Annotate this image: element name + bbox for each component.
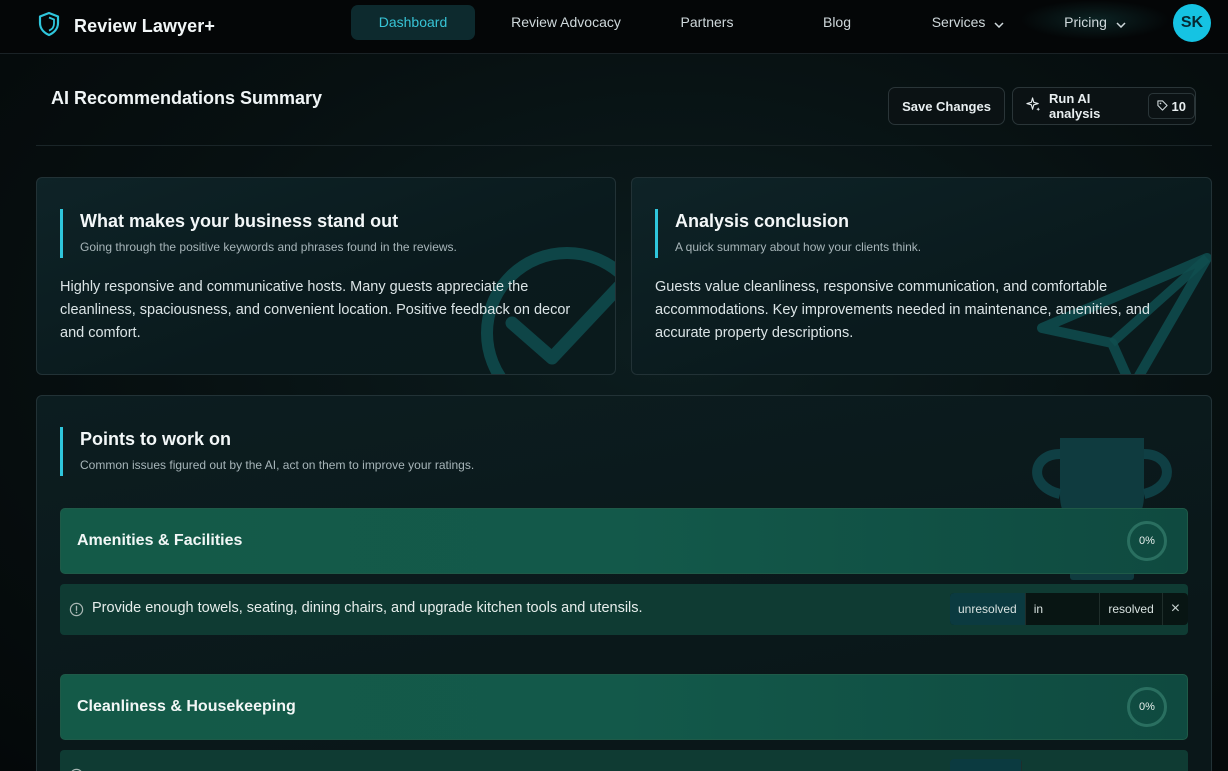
- nav-services-label: Services: [931, 14, 986, 30]
- status-resolved-button[interactable]: resolved: [1100, 593, 1163, 625]
- category-title: Amenities & Facilities: [77, 532, 243, 549]
- standout-body: Highly responsive and communicative host…: [60, 279, 571, 341]
- nav-dashboard-label: Dashboard: [378, 14, 448, 30]
- tag-icon: [1156, 99, 1168, 114]
- user-avatar[interactable]: SK: [1173, 4, 1211, 42]
- run-ai-analysis-label: Run AI analysis: [1049, 91, 1101, 121]
- close-icon[interactable]: ×: [1163, 593, 1188, 625]
- page-title: AI Recommendations Summary: [51, 88, 323, 108]
- points-card: Points to work on Common issues figured …: [36, 395, 1212, 771]
- main-content: AI Recommendations Summary Save Changes …: [0, 54, 1228, 771]
- standout-header: What makes your business stand out Going…: [60, 209, 457, 258]
- nav-blog[interactable]: Blog: [800, 5, 874, 40]
- nav-review-advocacy-label: Review Advocacy: [511, 14, 621, 30]
- points-title: Points to work on: [80, 429, 231, 449]
- issue-text: Provide enough towels, seating, dining c…: [92, 600, 643, 616]
- nav-services[interactable]: Services: [922, 5, 1014, 40]
- run-ai-analysis-button[interactable]: Run AI analysis 10: [1012, 87, 1196, 125]
- points-subtitle: Common issues figured out by the AI, act…: [80, 458, 475, 472]
- conclusion-body: Guests value cleanliness, responsive com…: [655, 279, 1150, 341]
- nav-partners-label: Partners: [680, 14, 734, 30]
- status-selector: [950, 759, 1022, 771]
- nav-blog-label: Blog: [822, 14, 852, 30]
- category-cleanliness-housekeeping[interactable]: Cleanliness & Housekeeping 0%: [60, 674, 1188, 740]
- credits-count: 10: [1171, 98, 1186, 114]
- conclusion-card: Analysis conclusion A quick summary abou…: [631, 177, 1212, 375]
- brand-name: Review Lawyer+: [74, 16, 215, 36]
- sparkles-icon: [1026, 97, 1041, 115]
- brand-logo[interactable]: Review Lawyer+: [37, 11, 215, 42]
- conclusion-subtitle: A quick summary about how your clients t…: [675, 240, 922, 254]
- nav-pricing[interactable]: Pricing: [1050, 5, 1140, 40]
- nav-review-advocacy[interactable]: Review Advocacy: [504, 5, 628, 40]
- top-navbar: Review Lawyer+ Dashboard Review Advocacy…: [0, 0, 1228, 54]
- standout-title: What makes your business stand out: [80, 211, 399, 231]
- shield-icon: [37, 11, 61, 42]
- standout-subtitle: Going through the positive keywords and …: [80, 240, 457, 254]
- status-unresolved-button[interactable]: unresolved: [950, 593, 1026, 625]
- save-changes-button[interactable]: Save Changes: [888, 87, 1005, 125]
- status-unresolved-button[interactable]: [950, 759, 1022, 771]
- status-selector: unresolved in progress resolved ×: [950, 593, 1188, 625]
- header-divider: [36, 145, 1212, 146]
- conclusion-header: Analysis conclusion A quick summary abou…: [655, 209, 921, 258]
- progress-ring: 0%: [1127, 521, 1167, 561]
- save-changes-label: Save Changes: [902, 98, 991, 114]
- chevron-down-icon: [994, 6, 1004, 41]
- nav-pricing-label: Pricing: [1064, 14, 1107, 30]
- conclusion-title: Analysis conclusion: [675, 211, 850, 231]
- credits-badge: 10: [1147, 93, 1195, 119]
- points-header: Points to work on Common issues figured …: [60, 427, 474, 476]
- category-amenities-facilities[interactable]: Amenities & Facilities 0%: [60, 508, 1188, 574]
- issue-row: Provide enough towels, seating, dining c…: [60, 584, 1188, 635]
- standout-card: What makes your business stand out Going…: [36, 177, 616, 375]
- progress-ring: 0%: [1127, 687, 1167, 727]
- info-icon: [69, 602, 84, 622]
- nav-partners[interactable]: Partners: [660, 5, 754, 40]
- chevron-down-icon: [1116, 6, 1126, 41]
- category-title: Cleanliness & Housekeeping: [77, 698, 296, 715]
- status-in-progress-button[interactable]: in progress: [1026, 593, 1101, 625]
- nav-dashboard[interactable]: Dashboard: [351, 5, 475, 40]
- issue-row: [60, 750, 1188, 771]
